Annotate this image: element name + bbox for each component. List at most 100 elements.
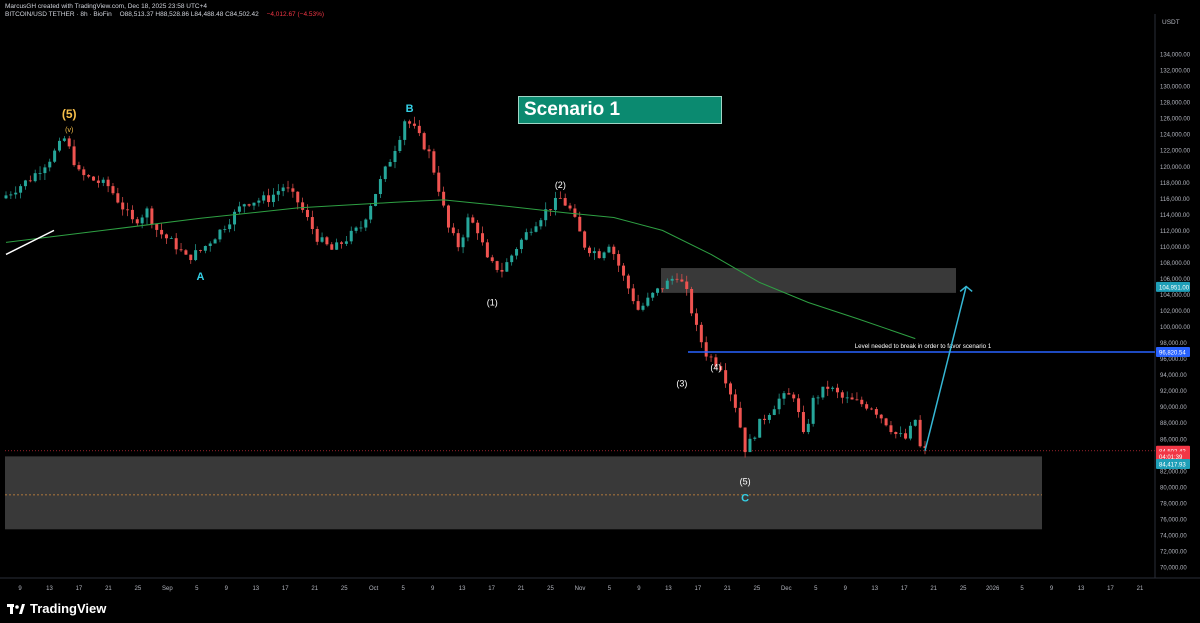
support-zone (5, 456, 1042, 530)
candle-body (626, 275, 630, 289)
candle-body (772, 409, 776, 415)
candle-body (286, 187, 290, 189)
candle-body (252, 202, 256, 206)
candle-body (19, 186, 23, 193)
candle-body (787, 393, 791, 395)
candle-body (325, 237, 329, 245)
candle-body (179, 249, 183, 251)
candle-body (573, 208, 577, 217)
y-tick-label: 110,000.00 (1160, 245, 1190, 251)
candle-body (709, 356, 713, 358)
candle-body (729, 383, 733, 395)
wave-3-label: (3) (676, 379, 687, 389)
tradingview-icon (7, 603, 25, 614)
candle-body (145, 208, 149, 218)
candle-body (801, 412, 805, 433)
candle-body (646, 297, 650, 306)
candle-body (918, 419, 922, 447)
x-tick-label: 5 (608, 586, 612, 592)
x-tick-label: 17 (488, 586, 495, 592)
candle-body (821, 386, 825, 398)
candle-body (403, 121, 407, 140)
x-tick-label: 9 (1050, 586, 1054, 592)
candle-body (140, 217, 144, 224)
x-tick-label: 13 (46, 586, 53, 592)
candle-body (135, 219, 139, 224)
candle-body (451, 227, 455, 234)
candle-body (578, 216, 582, 232)
candle-body (223, 229, 227, 230)
candle-body (349, 230, 353, 242)
candle-body (826, 386, 830, 389)
candle-body (301, 202, 305, 210)
x-tick-label: 17 (1107, 586, 1114, 592)
candle-body (417, 125, 421, 134)
candle-body (28, 180, 32, 182)
candle-body (43, 167, 47, 174)
price-tag-text: 84,417.93 (1159, 462, 1186, 468)
x-tick-label: 17 (282, 586, 289, 592)
chart-area[interactable]: USDT 134,000.00 132,000.00 130,000.00 128,00… (0, 0, 1200, 623)
y-tick-label: 104,000.00 (1160, 293, 1191, 299)
x-tick-label: 9 (431, 586, 435, 592)
price-chart-svg[interactable]: USDT 134,000.00 132,000.00 130,000.00 128,00… (0, 0, 1200, 623)
candle-body (670, 278, 674, 281)
candle-body (388, 161, 392, 167)
candle-body (811, 397, 815, 424)
x-tick-label: 25 (960, 586, 967, 592)
candle-body (583, 231, 587, 248)
candle-body (894, 432, 898, 435)
candle-body (553, 197, 557, 210)
x-tick-label: 25 (135, 586, 142, 592)
currency-label: USDT (1162, 19, 1180, 26)
candle-body (427, 149, 431, 152)
candle-body (835, 387, 839, 393)
y-tick-label: 124,000.00 (1160, 133, 1191, 139)
candle-body (636, 301, 640, 310)
candle-body (568, 205, 572, 209)
projection-arrow (924, 286, 967, 451)
x-tick-label: 2026 (986, 586, 1000, 592)
candle-body (164, 234, 168, 239)
candle-body (617, 254, 621, 266)
y-tick-label: 128,000.00 (1160, 101, 1191, 107)
candle-body (257, 200, 261, 203)
candle-body (904, 433, 908, 439)
x-tick-label: 17 (76, 586, 83, 592)
candle-body (690, 289, 694, 314)
candle-body (442, 191, 446, 206)
x-tick-label: 21 (1137, 586, 1144, 592)
y-tick-label: 90,000.00 (1160, 405, 1187, 411)
y-tick-label: 130,000.00 (1160, 85, 1191, 91)
price-tag-text: 104,951.00 (1159, 285, 1190, 291)
candle-body (213, 239, 217, 244)
x-tick-label: 5 (195, 586, 199, 592)
candle-body (72, 146, 76, 166)
y-tick-label: 126,000.00 (1160, 117, 1191, 123)
candle-body (476, 222, 480, 234)
x-tick-label: 5 (814, 586, 818, 592)
candle-body (855, 399, 859, 401)
candle-body (816, 397, 820, 399)
candle-body (490, 257, 494, 262)
candle-body (320, 237, 324, 242)
x-tick-label: 9 (18, 586, 22, 592)
trend-line-stub (5, 229, 55, 256)
candle-body (393, 151, 397, 162)
candle-body (155, 224, 159, 230)
x-tick-label: 17 (901, 586, 908, 592)
candle-body (510, 255, 514, 263)
wave-v-label: (v) (65, 127, 73, 134)
x-tick-label: 25 (547, 586, 554, 592)
y-tick-label: 100,000.00 (1160, 325, 1191, 331)
candle-body (446, 205, 450, 228)
y-tick-label: 102,000.00 (1160, 309, 1191, 315)
x-tick-label: 13 (871, 586, 878, 592)
resistance-zone (661, 268, 956, 293)
y-tick-label: 80,000.00 (1160, 485, 1187, 491)
candle-body (622, 265, 626, 276)
candle-body (398, 139, 402, 152)
candle-body (539, 220, 543, 227)
candle-body (587, 247, 591, 254)
candle-body (233, 211, 237, 225)
